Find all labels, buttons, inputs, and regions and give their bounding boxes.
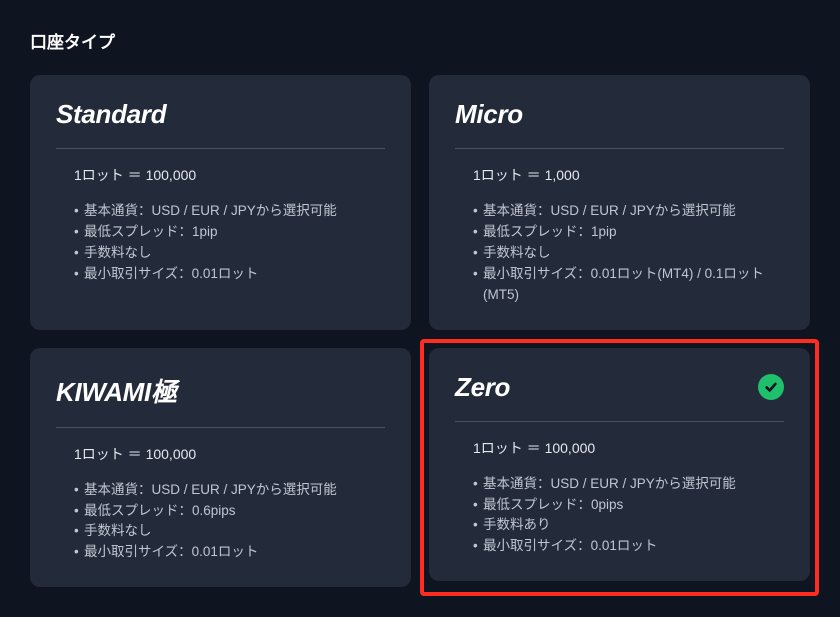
selected-check-icon [758,374,784,400]
card-bullet: 手数料なし [74,243,385,264]
card-bullets: 基本通貨：USD / EUR / JPYから選択可能 最低スプレッド：1pip … [74,201,385,285]
card-bullets: 基本通貨：USD / EUR / JPYから選択可能 最低スプレッド：1pip … [473,201,784,306]
card-title: Micro [455,99,523,130]
page-title: 口座タイプ [30,28,810,53]
card-bullet: 手数料あり [473,515,784,536]
card-title: KIWAMI極 [56,372,177,409]
card-title: Zero [455,372,510,403]
card-bullet: 基本通貨：USD / EUR / JPYから選択可能 [473,201,784,222]
account-type-cards: Standard 1ロット ＝ 100,000 基本通貨：USD / EUR /… [30,75,810,587]
account-card-zero[interactable]: Zero 1ロット ＝ 100,000 基本通貨：USD / EUR / JPY… [429,348,810,582]
card-lot: 1ロット ＝ 1,000 [473,165,784,185]
highlight-annotation: Zero 1ロット ＝ 100,000 基本通貨：USD / EUR / JPY… [420,339,819,597]
account-card-kiwami[interactable]: KIWAMI極 1ロット ＝ 100,000 基本通貨：USD / EUR / … [30,348,411,588]
card-bullet: 最低スプレッド：0.6pips [74,501,385,522]
divider [455,148,784,149]
card-lot: 1ロット ＝ 100,000 [74,165,385,185]
card-bullet: 手数料なし [74,521,385,542]
card-lot: 1ロット ＝ 100,000 [74,444,385,464]
card-bullets: 基本通貨：USD / EUR / JPYから選択可能 最低スプレッド：0pips… [473,474,784,558]
card-bullet: 最低スプレッド：1pip [473,222,784,243]
card-bullet: 手数料なし [473,243,784,264]
account-card-micro[interactable]: Micro 1ロット ＝ 1,000 基本通貨：USD / EUR / JPYか… [429,75,810,330]
card-bullet: 最小取引サイズ：0.01ロット [74,542,385,563]
divider [56,427,385,428]
card-bullet: 最小取引サイズ：0.01ロット [473,536,784,557]
account-card-standard[interactable]: Standard 1ロット ＝ 100,000 基本通貨：USD / EUR /… [30,75,411,330]
card-bullet: 基本通貨：USD / EUR / JPYから選択可能 [473,474,784,495]
card-bullet: 最低スプレッド：1pip [74,222,385,243]
divider [455,421,784,422]
card-bullet: 最小取引サイズ：0.01ロット(MT4) / 0.1ロット(MT5) [473,264,784,306]
card-bullets: 基本通貨：USD / EUR / JPYから選択可能 最低スプレッド：0.6pi… [74,480,385,564]
card-title: Standard [56,99,166,130]
card-bullet: 最小取引サイズ：0.01ロット [74,264,385,285]
card-lot: 1ロット ＝ 100,000 [473,438,784,458]
card-bullet: 最低スプレッド：0pips [473,495,784,516]
card-bullet: 基本通貨：USD / EUR / JPYから選択可能 [74,201,385,222]
card-bullet: 基本通貨：USD / EUR / JPYから選択可能 [74,480,385,501]
divider [56,148,385,149]
